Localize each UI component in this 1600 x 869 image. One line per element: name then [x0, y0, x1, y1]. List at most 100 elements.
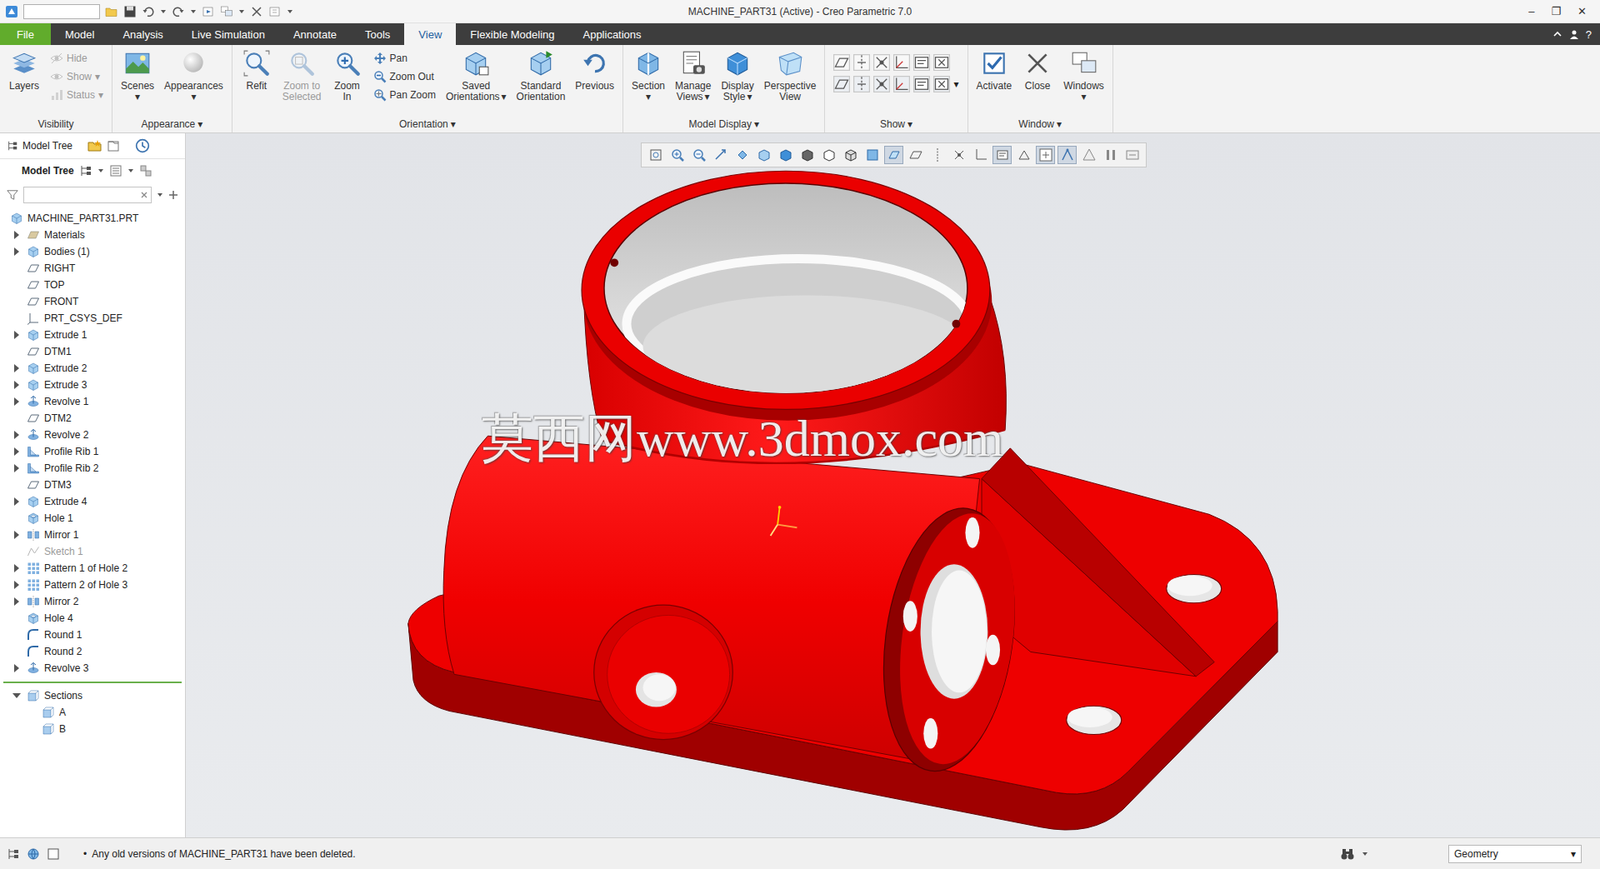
expand-icon[interactable]	[10, 379, 23, 391]
dropdown-arrow[interactable]: ▾	[953, 78, 959, 90]
tree-item[interactable]: Mirror 2	[0, 593, 185, 610]
navigator-icon[interactable]	[6, 847, 20, 861]
ribbon-button[interactable]: Refit	[237, 49, 276, 92]
close-window-icon[interactable]	[250, 5, 264, 19]
tree-item[interactable]: Hole 4	[0, 610, 185, 627]
ribbon-button[interactable]: ZoomIn	[328, 49, 367, 103]
display-toggle-icon[interactable]	[873, 54, 890, 71]
group-menu-arrow[interactable]: ▾	[754, 118, 760, 130]
tree-item[interactable]: RIGHT	[0, 260, 185, 277]
dropdown-arrow[interactable]: ▾	[705, 91, 710, 103]
expand-icon[interactable]	[10, 595, 23, 608]
tree-item[interactable]: Extrude 3	[0, 376, 185, 394]
tree-item[interactable]: Profile Rib 2	[0, 460, 185, 477]
tree-item[interactable]: Extrude 2	[0, 360, 185, 377]
group-menu-arrow[interactable]: ▾	[907, 118, 913, 130]
ribbon-tab[interactable]: Model	[50, 23, 109, 45]
dropdown-arrow[interactable]: ▾	[746, 91, 752, 103]
display-toggle-icon[interactable]	[893, 54, 910, 71]
ribbon-tab[interactable]: Live Simulation	[177, 23, 280, 45]
ribbon-button[interactable]: Section▾	[628, 49, 669, 103]
tree-item[interactable]: Bodies (1)	[0, 243, 185, 260]
toolbar-button[interactable]	[970, 145, 990, 165]
display-toggle-icon[interactable]	[913, 75, 930, 93]
toolbar-button[interactable]	[732, 145, 752, 165]
redo-dropdown-icon[interactable]	[190, 8, 197, 15]
tree-item[interactable]: Sections	[0, 687, 185, 705]
group-menu-arrow[interactable]: ▾	[197, 118, 203, 130]
ribbon-button[interactable]: DisplayStyle▾	[717, 49, 757, 103]
toolbar-button[interactable]	[862, 145, 882, 165]
tree-item[interactable]: Round 1	[0, 626, 185, 644]
close-button[interactable]: ✕	[1569, 3, 1595, 20]
favorites-icon[interactable]	[87, 139, 103, 153]
toolbar-button[interactable]	[667, 145, 687, 165]
selection-filter[interactable]: Geometry▾	[1448, 845, 1582, 864]
display-toggle-icon[interactable]	[833, 75, 850, 93]
toolbar-button[interactable]	[1035, 145, 1055, 165]
ribbon-button[interactable]: Appearances▾	[160, 49, 227, 103]
find-dropdown-icon[interactable]	[1361, 850, 1369, 858]
display-toggle-icon[interactable]	[853, 75, 870, 93]
display-toggle-icon[interactable]	[913, 54, 930, 71]
display-toggle-icon[interactable]	[873, 75, 890, 93]
search-dropdown-icon[interactable]	[156, 191, 164, 199]
tree-item[interactable]: DTM3	[0, 476, 185, 494]
tree-item[interactable]: TOP	[0, 276, 185, 294]
toolbar-button[interactable]	[775, 145, 795, 165]
expand-icon[interactable]	[10, 395, 23, 408]
small-button[interactable]: Status▾	[50, 85, 104, 105]
tree-item[interactable]: Profile Rib 1	[0, 443, 185, 460]
ribbon-button[interactable]: Close	[1018, 49, 1057, 92]
expand-icon[interactable]	[10, 329, 23, 341]
toolbar-button[interactable]	[927, 145, 947, 165]
ribbon-tab[interactable]: File	[0, 23, 51, 45]
dropdown-arrow[interactable]: ▾	[98, 89, 104, 101]
expand-icon[interactable]	[10, 229, 23, 241]
toolbar-button[interactable]	[1057, 145, 1077, 165]
expand-icon[interactable]	[10, 245, 23, 258]
toolbar-button[interactable]	[754, 145, 774, 165]
toolbar-button[interactable]	[797, 145, 817, 165]
minimize-button[interactable]: –	[1520, 3, 1543, 20]
folder-icon[interactable]	[106, 139, 120, 153]
expand-icon[interactable]	[10, 429, 23, 441]
ribbon-tab[interactable]: Tools	[350, 23, 405, 45]
ribbon-button[interactable]: ManageViews▾	[671, 49, 715, 103]
open-icon[interactable]	[105, 5, 119, 19]
small-button[interactable]: Show▾	[50, 67, 104, 86]
browser-icon[interactable]	[26, 847, 40, 861]
add-icon[interactable]	[168, 190, 179, 200]
ribbon-button[interactable]: PerspectiveView	[760, 49, 820, 103]
tree-item[interactable]: MACHINE_PART31.PRT	[0, 210, 185, 227]
columns-dropdown-icon[interactable]	[127, 167, 135, 175]
expand-icon[interactable]	[10, 529, 23, 541]
app-icon[interactable]	[5, 5, 19, 19]
expand-icon[interactable]	[10, 562, 23, 575]
dropdown-arrow[interactable]: ▾	[1081, 91, 1087, 103]
expand-icon[interactable]	[10, 495, 23, 508]
clear-icon[interactable]	[140, 190, 149, 200]
find-icon[interactable]	[1340, 846, 1355, 862]
ribbon-tab[interactable]: Flexible Modeling	[455, 23, 569, 45]
small-button[interactable]: Hide	[50, 49, 104, 68]
tree-search[interactable]	[23, 186, 152, 204]
tree-item[interactable]: PRT_CSYS_DEF	[0, 310, 185, 327]
ribbon-tab[interactable]: Analysis	[108, 23, 177, 45]
expand-icon[interactable]	[10, 579, 23, 591]
display-toggle-icon[interactable]	[893, 75, 910, 93]
tree-item[interactable]: Revolve 1	[0, 393, 185, 410]
small-button[interactable]: Zoom Out	[373, 67, 436, 86]
windows-dropdown-icon[interactable]	[238, 8, 245, 15]
toolbar-button[interactable]	[710, 145, 730, 165]
ribbon-button[interactable]: StandardOrientation	[513, 49, 570, 103]
tree-item[interactable]: Extrude 4	[0, 493, 185, 510]
ribbon-tab[interactable]: Annotate	[279, 23, 351, 45]
part-model[interactable]	[185, 133, 1600, 838]
tree-item[interactable]: Pattern 1 of Hole 2	[0, 560, 185, 577]
toolbar-button[interactable]	[905, 145, 925, 165]
tree-item[interactable]: DTM2	[0, 410, 185, 427]
group-menu-arrow[interactable]: ▾	[450, 118, 456, 130]
tree-item[interactable]: Round 2	[0, 643, 185, 660]
tree-item[interactable]: Sketch 1	[0, 543, 185, 560]
